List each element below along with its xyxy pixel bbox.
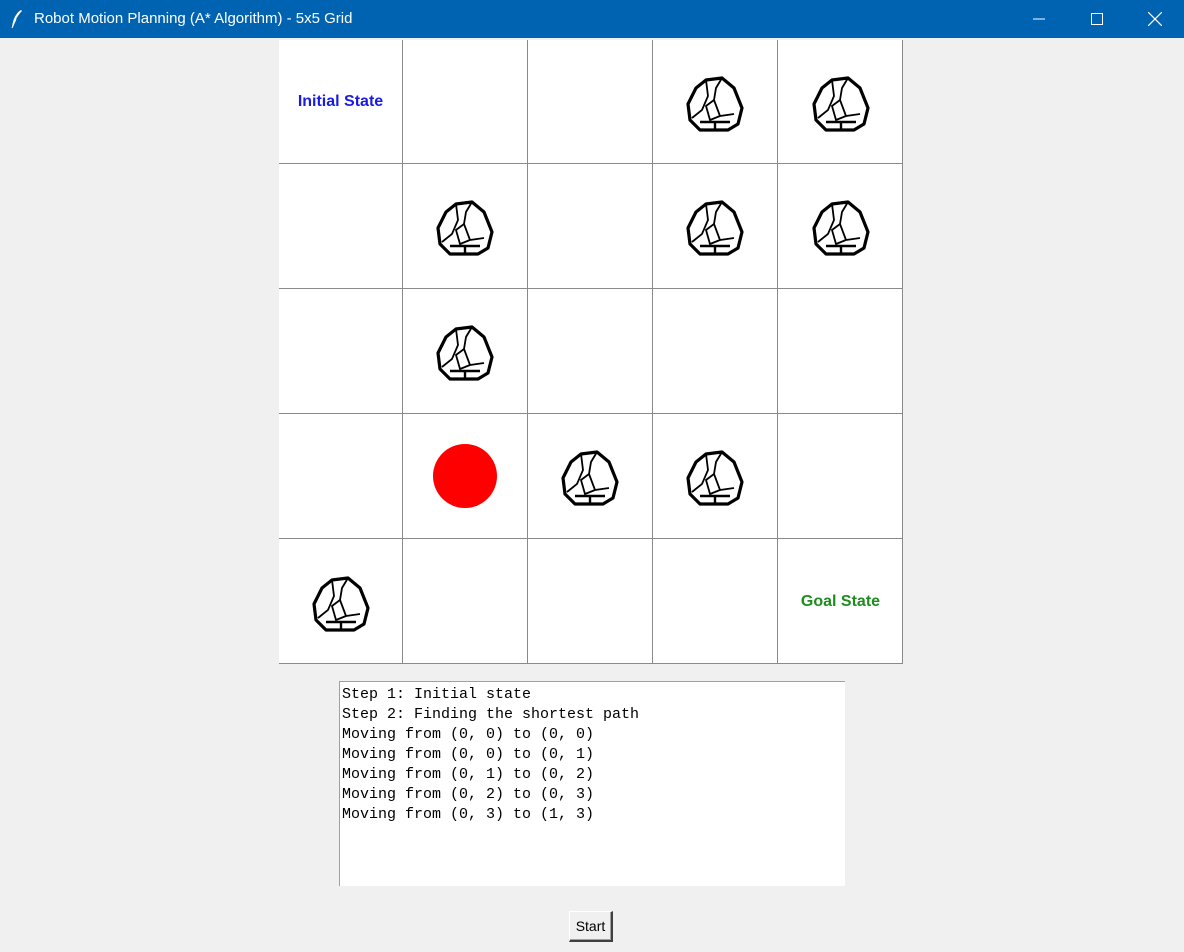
start-button[interactable]: Start [569, 911, 613, 942]
grid-cell [279, 289, 403, 414]
grid-cell [279, 164, 403, 289]
rock-icon [686, 450, 744, 506]
grid-cell [653, 539, 778, 664]
log-line: Moving from (0, 0) to (0, 0) [342, 726, 595, 743]
log-line: Moving from (0, 0) to (0, 1) [342, 746, 595, 763]
title-bar: Robot Motion Planning (A* Algorithm) - 5… [0, 0, 1184, 38]
grid-cell [653, 289, 778, 414]
rock-icon [436, 200, 494, 256]
grid-cell [403, 289, 528, 414]
grid-cell [653, 40, 778, 164]
rock-icon [311, 575, 370, 632]
grid-cell [528, 40, 653, 164]
maximize-icon [1091, 13, 1103, 25]
grid-cell [528, 164, 653, 289]
robot-marker [433, 444, 497, 508]
goal-state-label: Goal State [800, 592, 881, 610]
grid-cell [528, 289, 653, 414]
minimize-icon [1033, 18, 1045, 20]
grid-cell [279, 539, 403, 664]
log-line: Step 1: Initial state [342, 686, 532, 703]
log-textbox[interactable]: Step 1: Initial state Step 2: Finding the… [339, 681, 845, 886]
close-button[interactable] [1126, 0, 1184, 38]
window-title: Robot Motion Planning (A* Algorithm) - 5… [34, 10, 353, 27]
maximize-button[interactable] [1068, 0, 1126, 38]
minimize-button[interactable] [1010, 0, 1068, 38]
grid-cell [653, 164, 778, 289]
grid-cell [403, 40, 528, 164]
grid-cell [778, 289, 903, 414]
grid-cell: Initial State [279, 40, 403, 164]
rock-icon [561, 450, 619, 506]
grid-cell [653, 414, 778, 539]
log-line: Moving from (0, 3) to (1, 3) [342, 806, 595, 823]
log-line: Moving from (0, 1) to (0, 2) [342, 766, 595, 783]
grid-cell [403, 414, 528, 539]
rock-icon [436, 325, 494, 381]
rock-icon [686, 75, 744, 132]
grid-cell [778, 414, 903, 539]
rock-icon [686, 200, 744, 256]
log-line: Moving from (0, 2) to (0, 3) [342, 786, 595, 803]
grid-cell [528, 414, 653, 539]
grid-cell [778, 164, 903, 289]
grid-canvas: Initial State Goal State [279, 40, 903, 664]
rock-icon [811, 200, 870, 256]
grid-cell [403, 539, 528, 664]
grid-cell: Goal State [778, 539, 903, 664]
grid-cell [279, 414, 403, 539]
log-line: Step 2: Finding the shortest path [342, 706, 640, 723]
grid-cell [528, 539, 653, 664]
rock-icon [811, 75, 870, 132]
close-icon [1148, 12, 1162, 26]
grid-cell [778, 40, 903, 164]
grid-cell [403, 164, 528, 289]
feather-icon [11, 10, 22, 29]
initial-state-label: Initial State [297, 92, 384, 110]
